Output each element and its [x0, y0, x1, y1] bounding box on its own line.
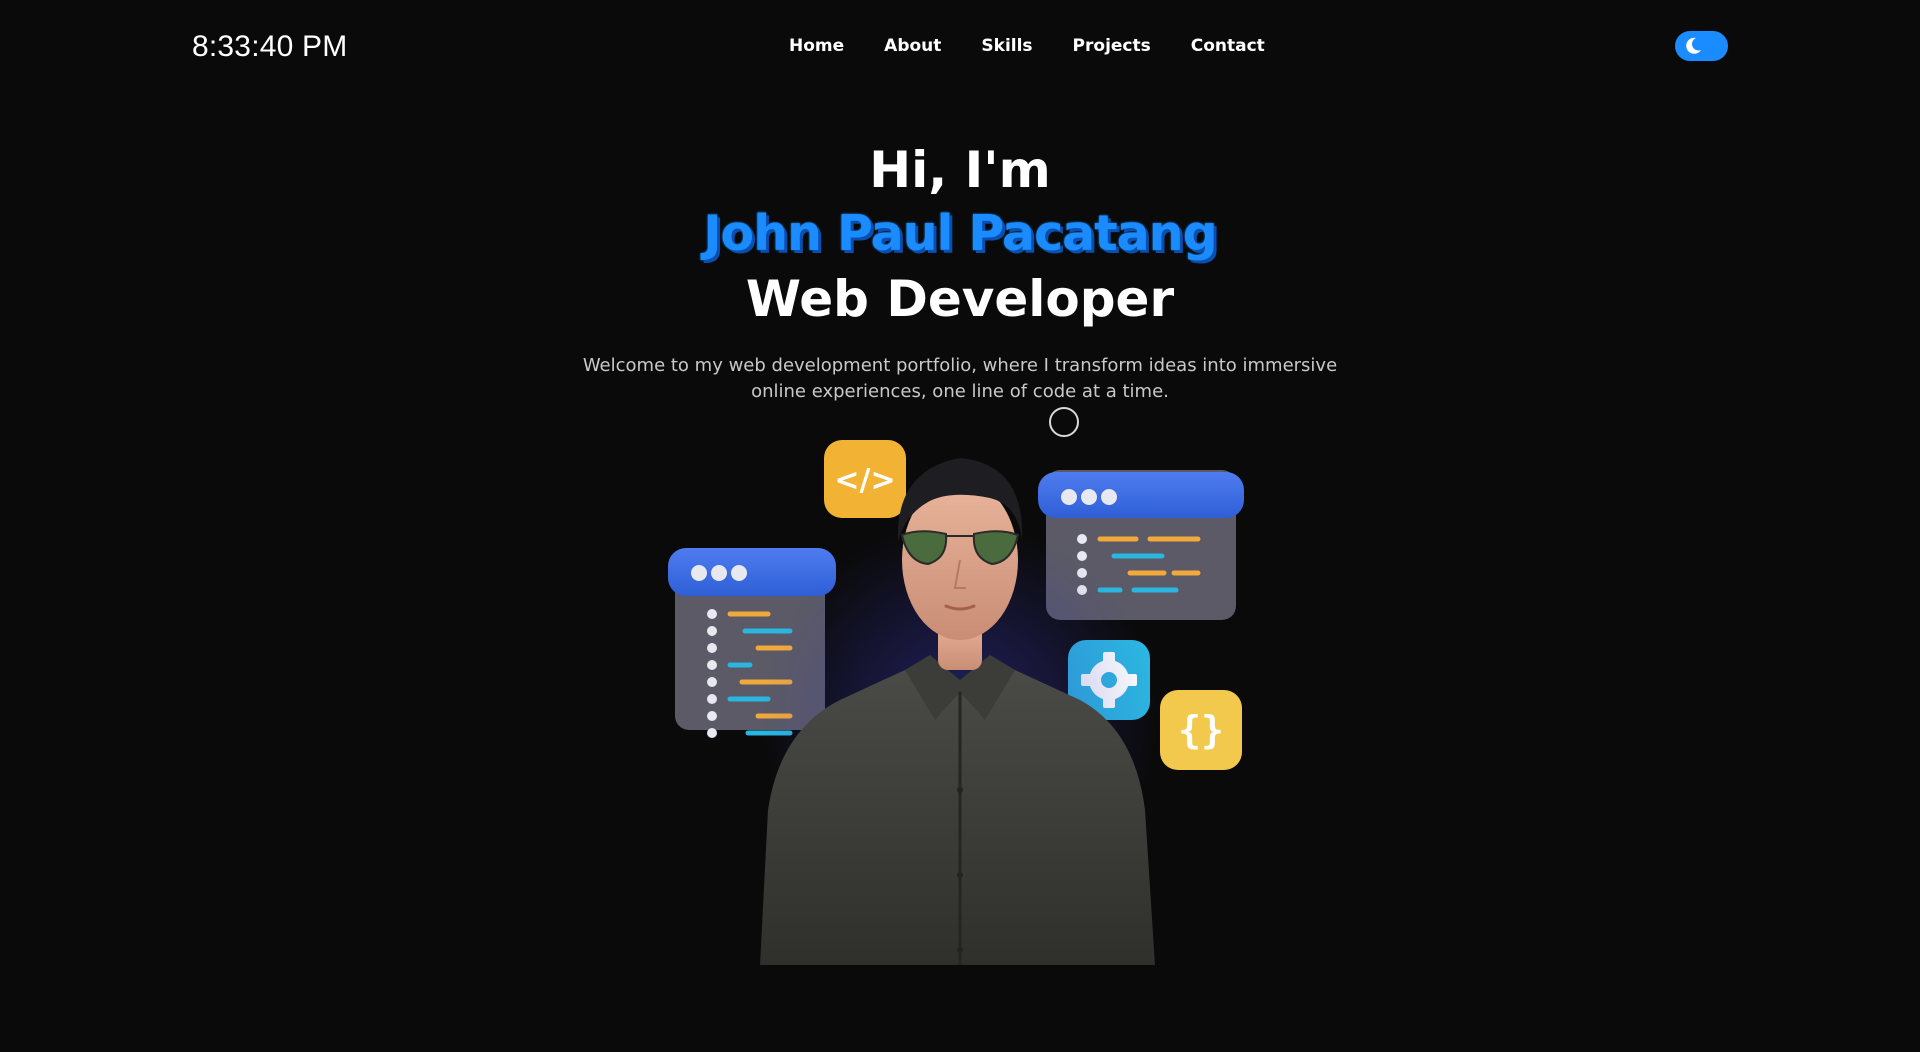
nav-about-link[interactable]: About: [884, 36, 941, 56]
main-nav: Home About Skills Projects Contact: [789, 36, 1265, 56]
developer-avatar-illustration: </> {}: [668, 440, 1244, 965]
hero-greeting: Hi, I'm: [869, 141, 1051, 199]
hero-role: Web Developer: [745, 270, 1175, 328]
hero-heading: Hi, I'm John Paul Pacatang Web Developer: [0, 140, 1920, 330]
braces-text: {}: [1178, 708, 1224, 752]
theme-toggle[interactable]: [1675, 31, 1728, 61]
nav-home-link[interactable]: Home: [789, 36, 844, 56]
hero-intro: Welcome to my web development portfolio,…: [582, 355, 1338, 402]
clock-display: 8:33:40 PM: [192, 30, 348, 63]
moon-icon: [1686, 37, 1701, 54]
hero-name: John Paul Pacatang: [703, 205, 1217, 262]
code-tag-icon: </>: [824, 440, 906, 518]
nav-contact-link[interactable]: Contact: [1191, 36, 1265, 56]
nav-projects-link[interactable]: Projects: [1073, 36, 1151, 56]
portfolio-page: 8:33:40 PM Home About Skills Projects Co…: [0, 0, 1920, 1052]
curly-braces-icon: {}: [1160, 690, 1242, 770]
code-tag-text: </>: [834, 463, 895, 498]
nav-skills-link[interactable]: Skills: [981, 36, 1032, 56]
